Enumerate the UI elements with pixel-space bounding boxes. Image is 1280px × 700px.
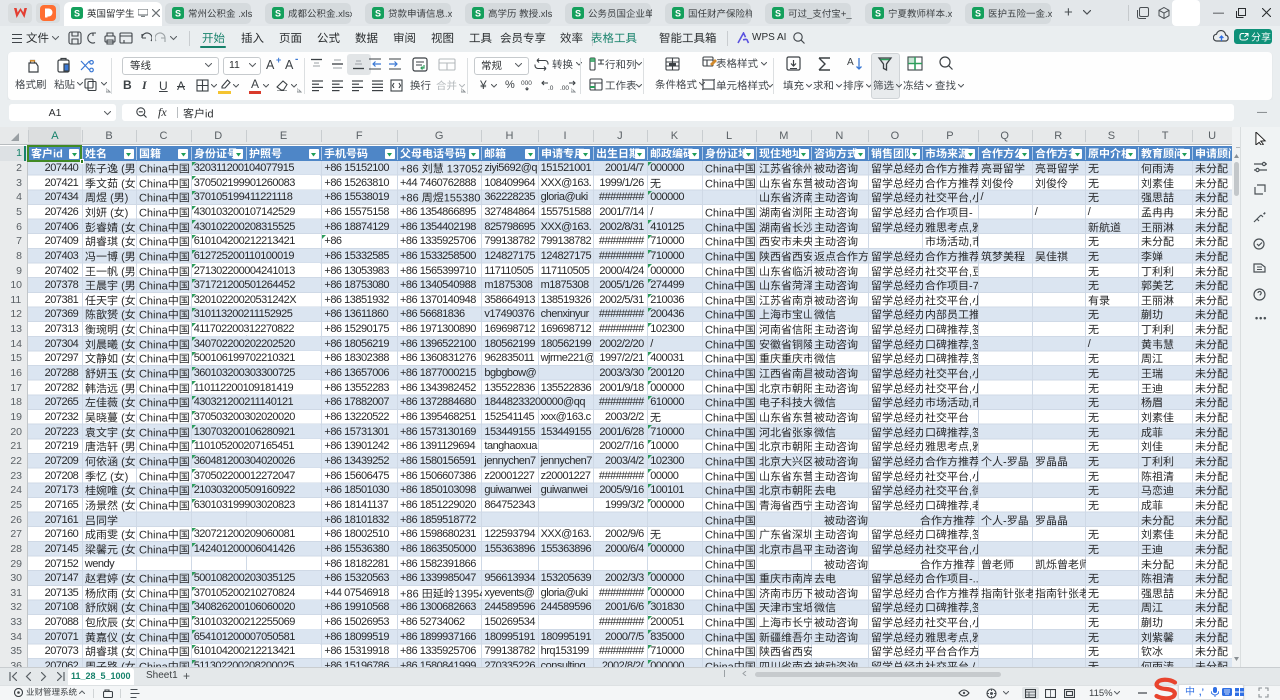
svg-text:A: A	[847, 57, 854, 68]
svg-text:S: S	[875, 9, 881, 19]
svg-text:S: S	[275, 9, 281, 19]
svg-text:S: S	[675, 9, 681, 19]
svg-text:S: S	[175, 9, 181, 19]
svg-text:.00: .00	[560, 85, 569, 91]
svg-text:S: S	[575, 9, 581, 19]
svg-text:.0: .0	[548, 85, 554, 91]
svg-text:S: S	[375, 9, 381, 19]
svg-text:S: S	[775, 9, 781, 19]
svg-text:S: S	[975, 9, 981, 19]
svg-text:000: 000	[521, 80, 532, 87]
svg-text:S: S	[74, 9, 80, 19]
svg-text:S: S	[475, 9, 481, 19]
